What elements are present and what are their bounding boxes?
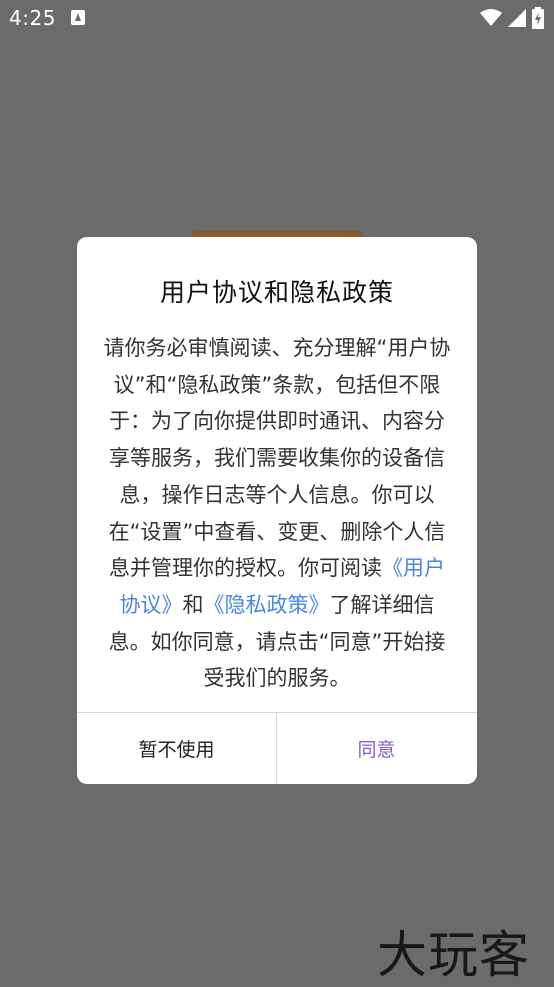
privacy-dialog: 用户协议和隐私政策 请你务必审慎阅读、充分理解“用户协议”和“隐私政策”条款，包… bbox=[77, 237, 477, 784]
body-connector: 和 bbox=[182, 592, 204, 617]
privacy-policy-link[interactable]: 《隐私政策》 bbox=[204, 593, 330, 617]
dialog-title: 用户协议和隐私政策 bbox=[159, 278, 394, 307]
wifi-icon bbox=[480, 9, 502, 26]
status-bar: 4:25 bbox=[0, 0, 554, 36]
watermark: 大玩客 bbox=[377, 926, 530, 984]
dialog-body: 请你务必审慎阅读、充分理解“用户协议”和“隐私政策”条款，包括但不限于：为了向你… bbox=[99, 330, 455, 697]
status-icons bbox=[480, 7, 544, 29]
app-notification-icon bbox=[71, 10, 85, 25]
body-text-prefix: 请你务必审慎阅读、充分理解“用户协议”和“隐私政策”条款，包括但不限于：为了向你… bbox=[103, 336, 451, 581]
status-time: 4:25 bbox=[9, 6, 56, 30]
agree-button[interactable]: 同意 bbox=[277, 713, 476, 784]
decline-button[interactable]: 暂不使用 bbox=[77, 713, 276, 784]
signal-icon bbox=[508, 9, 526, 27]
battery-charging-icon bbox=[532, 7, 544, 29]
